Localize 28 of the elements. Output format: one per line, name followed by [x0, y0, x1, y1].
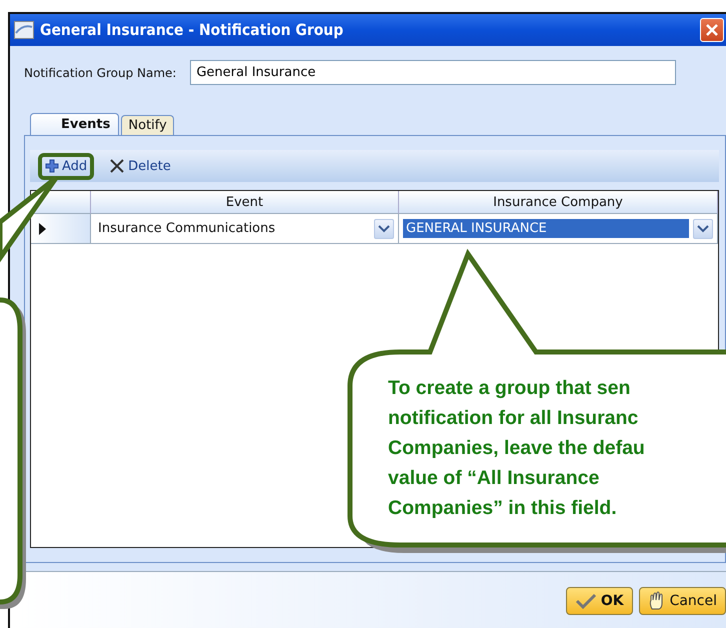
company-value: GENERAL INSURANCE [403, 219, 689, 238]
tab[interactable]: Notify [121, 115, 174, 135]
close-button[interactable] [700, 18, 724, 42]
table-cell[interactable]: Insurance Communications [91, 214, 399, 244]
name-input[interactable]: General Insurance [190, 60, 676, 85]
ok-button[interactable]: OK [566, 587, 633, 615]
row-indicator[interactable] [31, 214, 91, 244]
close-icon [109, 158, 126, 174]
window-icon [14, 21, 34, 39]
delete-button[interactable]: Delete [102, 152, 178, 180]
column-header[interactable]: Event [91, 191, 399, 214]
plus-icon [45, 159, 59, 173]
chevron-down-icon [697, 224, 709, 232]
tab[interactable]: Events [30, 113, 120, 135]
add-button[interactable]: Add [38, 152, 94, 180]
column-header[interactable]: Insurance Company [399, 191, 718, 214]
event-value: Insurance Communications [97, 220, 276, 238]
checkmark-icon [574, 593, 597, 609]
close-icon [705, 23, 719, 37]
window-title: General Insurance - Notification Group [40, 21, 344, 39]
callout-text: To create a group that sen notification for all Insuranc Companies, leave the defau value of “All Insurance Companies” in this field. [388, 376, 645, 521]
triangle-right-icon [39, 222, 46, 234]
dropdown-button[interactable] [693, 218, 713, 238]
table-cell[interactable]: GENERAL INSURANCE [399, 214, 718, 244]
cancel-button[interactable]: Cancel [638, 587, 726, 615]
chevron-down-icon [378, 224, 390, 232]
field-label: Notification Group Name: [24, 66, 176, 80]
dropdown-button[interactable] [374, 218, 394, 238]
